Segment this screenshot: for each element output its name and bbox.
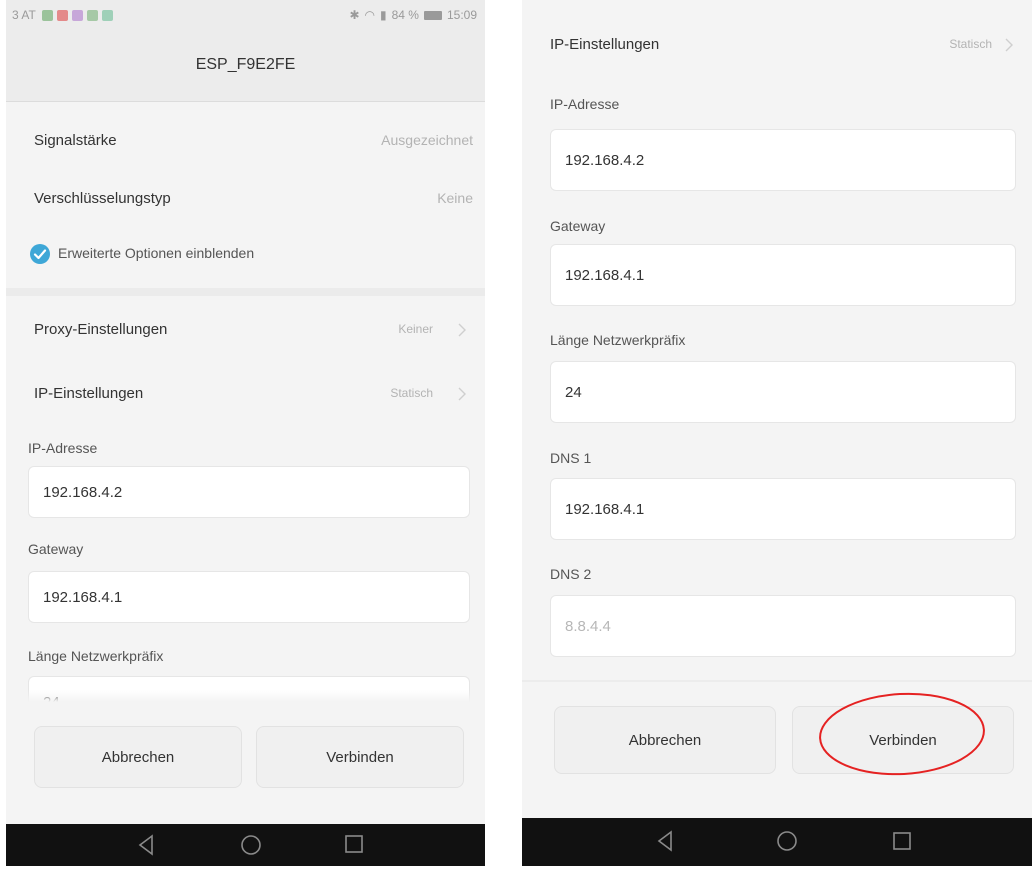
checkmark-icon bbox=[30, 244, 50, 264]
battery-percent: 84 % bbox=[391, 8, 419, 22]
encryption-label: Verschlüsselungstyp bbox=[34, 190, 171, 207]
dns2-label: DNS 2 bbox=[550, 566, 592, 582]
ip-address-field[interactable] bbox=[28, 466, 470, 518]
ip-address-label: IP-Adresse bbox=[28, 440, 98, 456]
status-left: 3 AT bbox=[12, 8, 113, 22]
ip-settings-row[interactable]: IP-Einstellungen Statisch bbox=[6, 370, 485, 418]
prefix-length-label: Länge Netzwerkpräfix bbox=[550, 332, 686, 348]
chevron-right-icon bbox=[1005, 38, 1013, 52]
recents-icon[interactable] bbox=[344, 834, 364, 854]
prefix-length-label: Länge Netzwerkpräfix bbox=[28, 648, 164, 664]
ip-settings-row[interactable]: IP-Einstellungen Statisch bbox=[522, 20, 1032, 74]
prefix-length-input[interactable] bbox=[551, 362, 1015, 422]
bluetooth-icon: ✱ bbox=[349, 8, 360, 22]
carrier-label: 3 AT bbox=[12, 8, 36, 22]
proxy-label: Proxy-Einstellungen bbox=[34, 321, 168, 338]
dns2-field[interactable] bbox=[550, 595, 1016, 657]
connect-button[interactable]: Verbinden bbox=[256, 726, 464, 788]
gateway-label: Gateway bbox=[28, 541, 84, 557]
wifi-icon: ◠ bbox=[364, 8, 375, 22]
divider bbox=[522, 680, 1032, 682]
battery-icon bbox=[423, 10, 442, 20]
dns1-label: DNS 1 bbox=[550, 450, 592, 466]
navigation-bar bbox=[6, 824, 485, 866]
notification-icon bbox=[71, 9, 83, 21]
advanced-options-label: Erweiterte Optionen einblenden bbox=[58, 245, 255, 261]
ip-settings-label: IP-Einstellungen bbox=[34, 385, 144, 402]
chevron-right-icon bbox=[458, 387, 466, 401]
clock: 15:09 bbox=[446, 8, 477, 22]
advanced-options-checkbox[interactable]: Erweiterte Optionen einblenden bbox=[26, 236, 426, 272]
signal-icon: ▮ bbox=[380, 8, 387, 22]
proxy-value: Keiner bbox=[398, 322, 433, 336]
cancel-button[interactable]: Abbrechen bbox=[34, 726, 242, 788]
navigation-bar bbox=[522, 818, 1032, 866]
ip-settings-value: Statisch bbox=[949, 37, 992, 51]
back-icon[interactable] bbox=[137, 834, 155, 856]
home-icon[interactable] bbox=[776, 830, 798, 852]
chevron-right-icon bbox=[458, 323, 466, 337]
ip-address-field[interactable] bbox=[550, 129, 1016, 191]
notification-icon bbox=[101, 9, 113, 21]
ip-address-input[interactable] bbox=[551, 130, 1015, 190]
gateway-field[interactable] bbox=[28, 571, 470, 623]
status-right: ✱ ◠ ▮ 84 % 15:09 bbox=[349, 8, 477, 22]
gateway-input[interactable] bbox=[551, 245, 1015, 305]
ip-address-label: IP-Adresse bbox=[550, 96, 620, 112]
status-bar: 3 AT ✱ ◠ ▮ 84 % 15:09 bbox=[6, 0, 485, 36]
divider bbox=[6, 288, 485, 296]
dns2-input[interactable] bbox=[551, 596, 1015, 656]
dns1-field[interactable] bbox=[550, 478, 1016, 540]
gateway-input[interactable] bbox=[29, 572, 469, 622]
dns1-input[interactable] bbox=[551, 479, 1015, 539]
encryption-value: Keine bbox=[437, 190, 473, 206]
signal-strength-value: Ausgezeichnet bbox=[381, 132, 473, 148]
cancel-button[interactable]: Abbrechen bbox=[554, 706, 776, 774]
notification-icon bbox=[86, 9, 98, 21]
home-icon[interactable] bbox=[240, 834, 262, 856]
ip-settings-value: Statisch bbox=[390, 386, 433, 400]
recents-icon[interactable] bbox=[892, 831, 912, 851]
ip-address-input[interactable] bbox=[29, 467, 469, 517]
gateway-label: Gateway bbox=[550, 218, 606, 234]
phone-screen-right: IP-Einstellungen Statisch IP-Adresse Gat… bbox=[522, 0, 1032, 866]
highlight-circle bbox=[819, 692, 985, 776]
notification-icon bbox=[56, 9, 68, 21]
back-icon[interactable] bbox=[656, 830, 674, 852]
phone-screen-left: 3 AT ✱ ◠ ▮ 84 % 15:09 ESP_F9E2FE Signals… bbox=[6, 0, 485, 866]
notification-icon bbox=[41, 9, 53, 21]
signal-strength-label: Signalstärke bbox=[34, 132, 117, 149]
network-title: ESP_F9E2FE bbox=[195, 56, 296, 73]
proxy-settings-row[interactable]: Proxy-Einstellungen Keiner bbox=[6, 306, 485, 354]
title-bar: ESP_F9E2FE bbox=[6, 36, 485, 102]
ip-settings-label: IP-Einstellungen bbox=[550, 36, 660, 53]
prefix-length-field[interactable] bbox=[550, 361, 1016, 423]
gateway-field[interactable] bbox=[550, 244, 1016, 306]
scroll-fade bbox=[6, 690, 485, 702]
